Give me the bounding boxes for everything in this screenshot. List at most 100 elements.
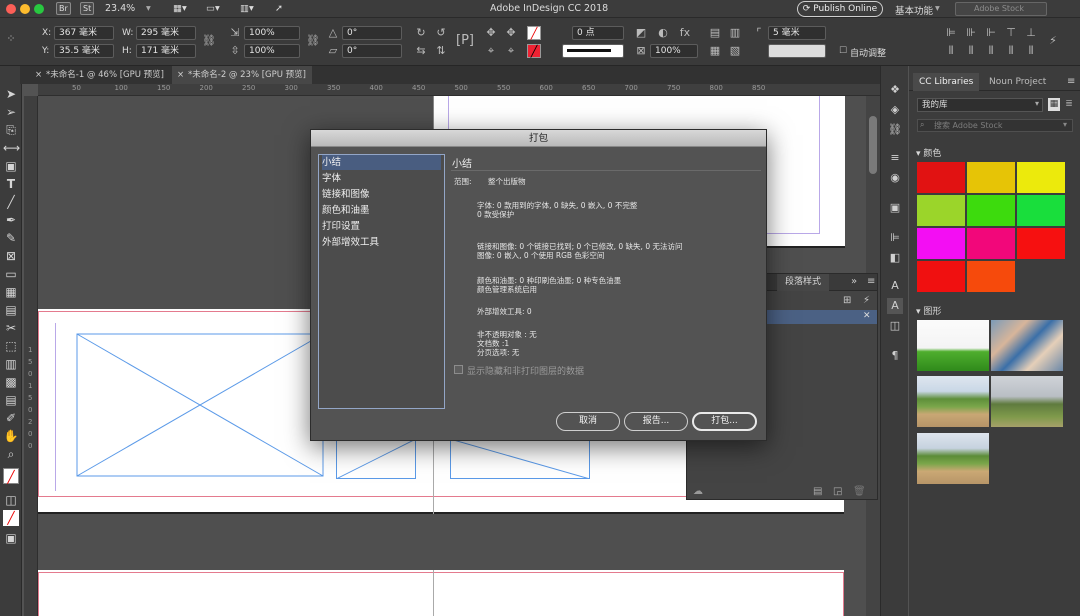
graphic-thumbnail-crowd[interactable]	[991, 320, 1063, 371]
distribute-top-icon[interactable]: ⫴	[1004, 44, 1018, 58]
image-frame-placeholder[interactable]	[76, 333, 324, 477]
distribute-right-icon[interactable]: ⫴	[984, 44, 998, 58]
cancel-button[interactable]: 取消	[556, 412, 620, 431]
arrange-documents-icon[interactable]: ▥▾	[240, 3, 254, 14]
eyedropper-tool-icon[interactable]: ✐	[3, 410, 19, 426]
pencil-tool-icon[interactable]: ✎	[3, 230, 19, 246]
align-center-icon[interactable]: ⊪	[964, 26, 978, 40]
opacity-field[interactable]: 100%	[650, 44, 698, 58]
tab-noun-project[interactable]: Noun Project	[983, 73, 1052, 91]
page-tool-icon[interactable]: ⎘	[3, 122, 19, 138]
layers-panel-icon[interactable]: ◈	[887, 102, 903, 118]
graphic-thumbnail-landscape-2[interactable]	[991, 376, 1063, 427]
object-style-dropdown[interactable]	[768, 44, 826, 58]
section-item-summary[interactable]: 小结	[322, 155, 441, 170]
select-next-icon[interactable]: ⌖	[504, 44, 518, 58]
distribute-bottom-icon[interactable]: ⫴	[1024, 44, 1038, 58]
object-styles-icon[interactable]: ◫	[887, 318, 903, 334]
graphics-section-header[interactable]: ▾ 图形	[916, 304, 941, 317]
flip-horizontal-icon[interactable]: ⇆	[414, 44, 428, 58]
panel-menu-icon[interactable]: ≡	[1067, 76, 1075, 87]
cc-library-icon[interactable]: ☁	[693, 486, 703, 497]
color-swatch[interactable]	[967, 162, 1015, 193]
tab-paragraph-styles[interactable]: 段落样式	[777, 274, 830, 291]
section-item-links-images[interactable]: 链接和图像	[322, 187, 441, 202]
y-position-field[interactable]: 35.5 毫米	[54, 44, 114, 58]
workspace-switcher[interactable]: 基本功能	[895, 3, 933, 17]
color-swatch[interactable]	[917, 195, 965, 226]
links-panel-icon[interactable]: ⛓	[887, 122, 903, 138]
graphic-thumbnail-landscape-1[interactable]	[917, 376, 989, 427]
select-previous-icon[interactable]: ⌖	[484, 44, 498, 58]
color-swatch[interactable]	[967, 195, 1015, 226]
selection-tool-icon[interactable]: ➤	[3, 86, 19, 102]
color-swatch[interactable]	[917, 261, 965, 292]
adobe-stock-search-input[interactable]: Adobe Stock	[955, 2, 1047, 16]
fill-none-swatch[interactable]: ╱	[527, 26, 541, 40]
rotate-cw-icon[interactable]: ↻	[414, 26, 428, 40]
tab-document-1[interactable]: × *未命名-1 @ 46% [GPU 预览]	[30, 66, 170, 84]
library-search-input[interactable]: 搜索 Adobe Stock	[917, 119, 1073, 132]
type-tool-icon[interactable]: T	[3, 176, 19, 192]
vertical-ruler[interactable]: 1 5 0 1 5 0 2 0 0	[24, 96, 38, 616]
distribute-center-icon[interactable]: ⫴	[964, 44, 978, 58]
select-container-icon[interactable]: ✥	[484, 26, 498, 40]
rotate-ccw-icon[interactable]: ↺	[434, 26, 448, 40]
fx-icon[interactable]: fx	[678, 26, 692, 40]
horizontal-ruler[interactable]: 50 100 150 200 250 300 350 400 450 500 550 600 650 70…	[38, 84, 880, 96]
cc-libraries-panel-icon[interactable]: ▣	[887, 200, 903, 216]
search-dropdown-icon[interactable]: ▾	[1063, 120, 1067, 129]
scale-x-field[interactable]: 100%	[244, 26, 300, 40]
panel-collapse-icon[interactable]: »	[851, 276, 857, 287]
show-hidden-layers-checkbox[interactable]	[454, 365, 463, 374]
graphic-thumbnail-landscape-3[interactable]	[917, 433, 989, 484]
color-swatch[interactable]	[917, 162, 965, 193]
workspace-dropdown-icon[interactable]: ▾	[935, 3, 940, 14]
character-styles-icon[interactable]: A	[887, 278, 903, 294]
quick-apply-icon[interactable]: ⚡	[1046, 34, 1060, 48]
x-position-field[interactable]: 367 毫米	[54, 26, 114, 40]
colors-section-header[interactable]: ▾ 颜色	[916, 146, 941, 159]
tab-cc-libraries[interactable]: CC Libraries	[913, 73, 980, 91]
publish-online-button[interactable]: ⟳ Publish Online	[797, 1, 883, 17]
text-wrap-jump-icon[interactable]: ▧	[728, 44, 742, 58]
bridge-app-button[interactable]: Br	[56, 2, 71, 15]
section-item-print-settings[interactable]: 打印设置	[322, 219, 441, 234]
auto-fit-checkbox[interactable]: ☐	[836, 44, 850, 58]
report-button[interactable]: 报告...	[624, 412, 688, 431]
note-tool-icon[interactable]: ▤	[3, 392, 19, 408]
align-middle-icon[interactable]: ⊥	[1024, 26, 1038, 40]
rectangle-tool-icon[interactable]: ▭	[3, 266, 19, 282]
constrain-scale-icon[interactable]: ⛓	[306, 34, 320, 48]
rotation-angle-field[interactable]: 0°	[342, 26, 402, 40]
direct-selection-tool-icon[interactable]: ➢	[3, 104, 19, 120]
formatting-container-icon[interactable]: ◫	[3, 492, 19, 508]
color-swatch[interactable]	[1017, 195, 1065, 226]
rectangle-frame-tool-icon[interactable]: ⊠	[3, 248, 19, 264]
fill-stroke-swatch-icon[interactable]: ╱	[3, 468, 19, 484]
pen-tool-icon[interactable]: ✒	[3, 212, 19, 228]
page-spread-bottom[interactable]	[38, 570, 844, 616]
maximize-window-button[interactable]	[34, 4, 44, 14]
new-style-group-icon[interactable]: ⊞	[843, 295, 851, 306]
select-content-icon[interactable]: ✥	[504, 26, 518, 40]
library-dropdown-chevron-icon[interactable]: ▾	[1035, 99, 1039, 108]
color-swatch[interactable]	[917, 228, 965, 259]
zoom-tool-icon[interactable]: ⌕	[3, 446, 19, 462]
tab-close-icon[interactable]: ×	[35, 66, 42, 84]
library-dropdown[interactable]: 我的库	[917, 98, 1043, 112]
shear-angle-field[interactable]: 0°	[342, 44, 402, 58]
gap-tool-icon[interactable]: ⟷	[3, 140, 20, 156]
constrain-proportions-icon[interactable]: ⛓	[202, 34, 216, 48]
flip-vertical-icon[interactable]: ⇅	[434, 44, 448, 58]
text-wrap-shape-icon[interactable]: ▦	[708, 44, 722, 58]
height-field[interactable]: 171 毫米	[136, 44, 196, 58]
effects-icon[interactable]: ◐	[656, 26, 670, 40]
content-collector-icon[interactable]: ▣	[3, 158, 19, 174]
quick-apply-icon[interactable]: ⚡	[863, 295, 870, 306]
section-item-fonts[interactable]: 字体	[322, 171, 441, 186]
hand-tool-icon[interactable]: ✋	[3, 428, 19, 444]
new-folder-icon[interactable]: ▤	[813, 486, 822, 497]
table-tool-icon[interactable]: ▦	[3, 284, 19, 300]
new-style-icon[interactable]: ◲	[833, 486, 842, 497]
